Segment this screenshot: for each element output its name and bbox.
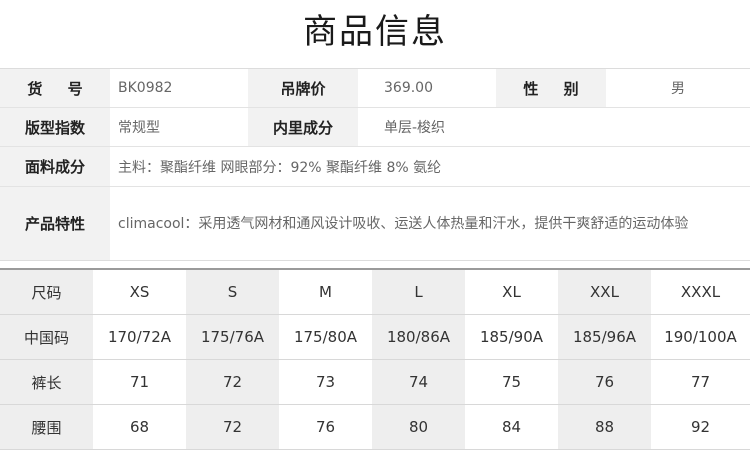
- pant-length-cell: 74: [372, 360, 465, 404]
- size-cell: XL: [465, 270, 558, 314]
- china-size-label: 中国码: [0, 315, 93, 359]
- waist-cell: 68: [93, 405, 186, 449]
- waist-cell: 76: [279, 405, 372, 449]
- waist-cell: 80: [372, 405, 465, 449]
- china-size-cell: 175/80A: [279, 315, 372, 359]
- size-cell: L: [372, 270, 465, 314]
- tag-price-label: 吊牌价: [248, 69, 358, 107]
- china-size-cell: 170/72A: [93, 315, 186, 359]
- fabric-label: 面料成分: [0, 147, 110, 186]
- china-size-cell: 180/86A: [372, 315, 465, 359]
- size-cell: XXXL: [651, 270, 750, 314]
- waist-label: 腰围: [0, 405, 93, 449]
- gender-value: 男: [606, 69, 750, 107]
- size-row-china-size: 中国码 170/72A 175/76A 175/80A 180/86A 185/…: [0, 315, 750, 360]
- info-row-features: 产品特性 climacool：采用透气网材和通风设计吸收、运送人体热量和汗水，提…: [0, 187, 750, 260]
- product-info-table: 货 号 BK0982 吊牌价 369.00 性 别 男 版型指数 常规型 内里成…: [0, 68, 750, 261]
- size-cell: S: [186, 270, 279, 314]
- fabric-value: 主料：聚酯纤维 网眼部分：92% 聚酯纤维 8% 氨纶: [110, 147, 750, 186]
- gender-label: 性 别: [496, 69, 606, 107]
- waist-cell: 84: [465, 405, 558, 449]
- size-cell: XS: [93, 270, 186, 314]
- info-row-sku: 货 号 BK0982 吊牌价 369.00 性 别 男: [0, 69, 750, 108]
- lining-value: 单层-梭织: [358, 108, 750, 146]
- size-row-pant-length: 裤长 71 72 73 74 75 76 77: [0, 360, 750, 405]
- features-label: 产品特性: [0, 187, 110, 260]
- fit-value: 常规型: [110, 108, 248, 146]
- size-header-label: 尺码: [0, 270, 93, 314]
- tag-price-value: 369.00: [358, 69, 496, 107]
- pant-length-cell: 77: [651, 360, 750, 404]
- size-row-waist: 腰围 68 72 76 80 84 88 92: [0, 405, 750, 450]
- features-value: climacool：采用透气网材和通风设计吸收、运送人体热量和汗水，提供干爽舒适…: [110, 187, 750, 260]
- size-row-size: 尺码 XS S M L XL XXL XXXL: [0, 270, 750, 315]
- page-title: 商品信息: [303, 12, 447, 52]
- pant-length-cell: 75: [465, 360, 558, 404]
- waist-cell: 92: [651, 405, 750, 449]
- sku-label: 货 号: [0, 69, 110, 107]
- lining-label: 内里成分: [248, 108, 358, 146]
- size-cell: M: [279, 270, 372, 314]
- pant-length-cell: 76: [558, 360, 651, 404]
- pant-length-cell: 72: [186, 360, 279, 404]
- info-row-fabric: 面料成分 主料：聚酯纤维 网眼部分：92% 聚酯纤维 8% 氨纶: [0, 147, 750, 187]
- china-size-cell: 190/100A: [651, 315, 750, 359]
- china-size-cell: 185/90A: [465, 315, 558, 359]
- china-size-cell: 175/76A: [186, 315, 279, 359]
- pant-length-cell: 71: [93, 360, 186, 404]
- china-size-cell: 185/96A: [558, 315, 651, 359]
- size-chart-table: 尺码 XS S M L XL XXL XXXL 中国码 170/72A 175/…: [0, 268, 750, 450]
- sku-value: BK0982: [110, 69, 248, 107]
- waist-cell: 88: [558, 405, 651, 449]
- size-cell: XXL: [558, 270, 651, 314]
- pant-length-cell: 73: [279, 360, 372, 404]
- pant-length-label: 裤长: [0, 360, 93, 404]
- waist-cell: 72: [186, 405, 279, 449]
- fit-label: 版型指数: [0, 108, 110, 146]
- info-row-fit: 版型指数 常规型 内里成分 单层-梭织: [0, 108, 750, 147]
